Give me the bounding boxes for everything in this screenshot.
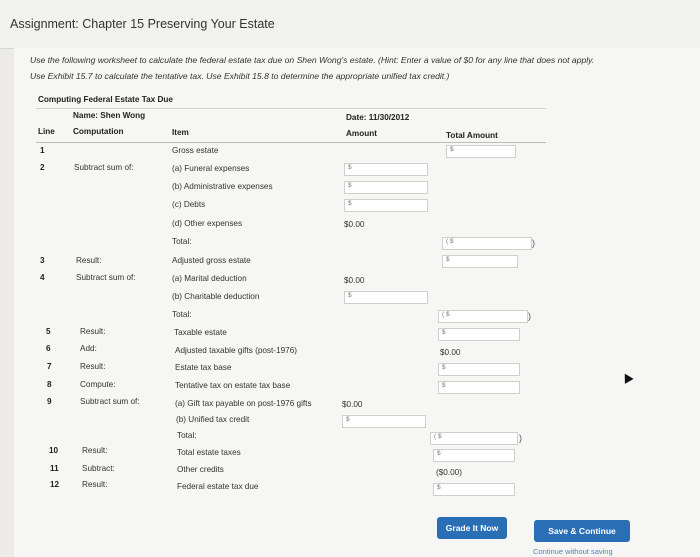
- save-continue-button[interactable]: Save & Continue: [534, 520, 630, 542]
- continue-without-saving-link[interactable]: Continue without saving: [533, 547, 613, 556]
- marital-deduction-amount: $0.00: [344, 276, 365, 285]
- row-2-comp: Subtract sum of:: [74, 163, 134, 172]
- row-2c-item: (c) Debts: [172, 200, 206, 209]
- tentative-tax-input[interactable]: $: [438, 381, 520, 394]
- total-estate-taxes-input[interactable]: $: [433, 449, 515, 462]
- row-10-item: Total estate taxes: [177, 448, 241, 457]
- charitable-deduction-input[interactable]: $: [344, 291, 428, 304]
- funeral-expenses-input[interactable]: $: [344, 163, 428, 176]
- close-paren: ): [528, 311, 531, 321]
- row-1-item: Gross estate: [172, 146, 219, 155]
- other-expenses-amount: $0.00: [344, 220, 365, 229]
- col-item-header: Item: [172, 128, 189, 137]
- line-2-total-input[interactable]: ( $: [442, 237, 532, 250]
- assignment-header: Assignment: Chapter 15 Preserving Your E…: [0, 0, 700, 49]
- row-1-line: 1: [40, 146, 45, 155]
- row-3-line: 3: [40, 256, 45, 265]
- instructions-line-1: Use the following worksheet to calculate…: [30, 55, 595, 65]
- worksheet-date: Date: 11/30/2012: [346, 113, 410, 122]
- row-5-line: 5: [46, 327, 51, 336]
- row-2-line: 2: [40, 163, 45, 172]
- row-11-line: 11: [50, 464, 59, 473]
- adjusted-gross-estate-input[interactable]: $: [442, 255, 518, 268]
- assignment-title: Assignment: Chapter 15 Preserving Your E…: [10, 17, 275, 31]
- close-paren: ): [519, 433, 522, 443]
- row-4-line: 4: [40, 273, 45, 282]
- line-9-total-input[interactable]: ( $: [430, 432, 518, 445]
- row-9-total-label: Total:: [177, 431, 197, 440]
- row-2a-item: (a) Funeral expenses: [172, 164, 250, 173]
- gift-tax-payable-amount: $0.00: [342, 400, 363, 409]
- row-12-item: Federal estate tax due: [177, 482, 259, 491]
- row-2-total-label: Total:: [172, 237, 192, 246]
- col-total-header: Total Amount: [446, 131, 498, 140]
- row-7-item: Estate tax base: [175, 363, 232, 372]
- row-4a-item: (a) Marital deduction: [172, 274, 247, 283]
- title-divider: [36, 108, 546, 109]
- row-6-item: Adjusted taxable gifts (post-1976): [175, 346, 297, 355]
- row-9-comp: Subtract sum of:: [80, 397, 140, 406]
- row-8-item: Tentative tax on estate tax base: [175, 381, 291, 390]
- row-11-comp: Subtract:: [82, 464, 115, 473]
- row-10-comp: Result:: [82, 446, 108, 455]
- row-4-total-label: Total:: [172, 310, 192, 319]
- col-computation-header: Computation: [73, 127, 124, 136]
- other-credits-amount: ($0.00): [436, 468, 462, 477]
- header-divider: [36, 142, 546, 143]
- row-2d-item: (d) Other expenses: [172, 219, 243, 228]
- row-4b-item: (b) Charitable deduction: [172, 292, 260, 301]
- close-paren: ): [532, 238, 535, 248]
- row-9b-item: (b) Unified tax credit: [176, 415, 250, 424]
- administrative-expenses-input[interactable]: $: [344, 181, 428, 194]
- row-6-line: 6: [46, 344, 51, 353]
- debts-input[interactable]: $: [344, 199, 428, 212]
- row-5-item: Taxable estate: [174, 328, 227, 337]
- grade-it-now-button[interactable]: Grade It Now: [437, 517, 507, 539]
- row-9a-item: (a) Gift tax payable on post-1976 gifts: [175, 399, 312, 408]
- federal-estate-tax-due-input[interactable]: $: [433, 483, 515, 496]
- row-7-comp: Result:: [80, 362, 106, 371]
- row-4-comp: Subtract sum of:: [76, 273, 136, 282]
- row-12-line: 12: [50, 480, 60, 489]
- worksheet-title: Computing Federal Estate Tax Due: [38, 95, 173, 104]
- row-10-line: 10: [49, 446, 59, 455]
- row-5-comp: Result:: [80, 327, 106, 336]
- row-8-line: 8: [47, 380, 52, 389]
- col-line-header: Line: [38, 127, 55, 136]
- row-9-line: 9: [47, 397, 52, 406]
- row-3-comp: Result:: [76, 256, 102, 265]
- adjusted-taxable-gifts-amount: $0.00: [440, 348, 461, 357]
- row-3-item: Adjusted gross estate: [172, 256, 251, 265]
- taxable-estate-input[interactable]: $: [438, 328, 520, 341]
- col-amount-header: Amount: [346, 129, 377, 138]
- gross-estate-input[interactable]: $: [446, 145, 516, 158]
- instructions-line-2: Use Exhibit 15.7 to calculate the tentat…: [30, 71, 450, 81]
- row-12-comp: Result:: [82, 480, 108, 489]
- line-4-total-input[interactable]: ( $: [438, 310, 528, 323]
- row-7-line: 7: [47, 362, 52, 371]
- row-11-item: Other credits: [177, 465, 224, 474]
- worksheet-name: Name: Shen Wong: [73, 111, 146, 120]
- row-8-comp: Compute:: [80, 380, 116, 389]
- estate-tax-base-input[interactable]: $: [438, 363, 520, 376]
- unified-tax-credit-input[interactable]: $: [342, 415, 426, 428]
- row-2b-item: (b) Administrative expenses: [172, 182, 273, 191]
- row-6-comp: Add:: [80, 344, 97, 353]
